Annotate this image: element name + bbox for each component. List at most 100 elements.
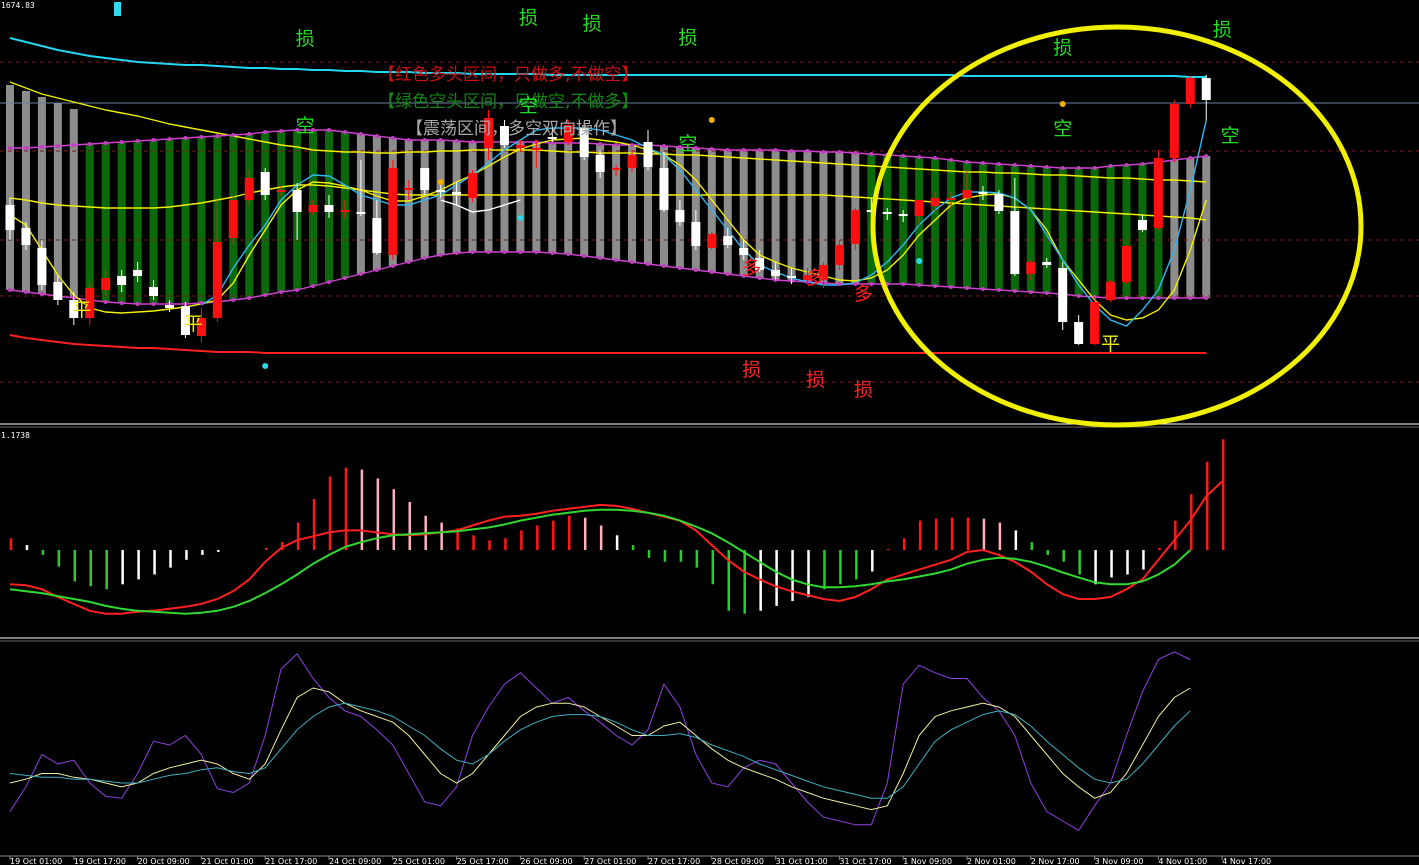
band-dot xyxy=(534,250,539,254)
band-dot xyxy=(247,132,252,136)
band-dot xyxy=(279,290,284,294)
band-dot xyxy=(39,292,44,296)
band-dot xyxy=(119,301,124,305)
signal-label: 损 xyxy=(806,369,825,391)
regime-band-bar xyxy=(787,151,796,281)
candle-body xyxy=(260,172,270,195)
band-dot xyxy=(1204,296,1209,300)
band-dot xyxy=(741,148,746,152)
band-dot xyxy=(231,133,236,137)
candle-body xyxy=(1074,322,1084,344)
candle-body xyxy=(675,210,685,222)
candle-body xyxy=(739,248,749,255)
band-dot xyxy=(8,288,12,292)
band-dot xyxy=(311,284,316,288)
candle-body xyxy=(898,214,908,216)
candle-body xyxy=(356,212,366,214)
axis-tick-label: 28 Oct 09:00 xyxy=(712,857,764,865)
band-dot xyxy=(390,136,395,140)
band-dot xyxy=(614,143,619,147)
candle-body xyxy=(994,194,1004,211)
axis-tick-label: 25 Oct 01:00 xyxy=(393,857,445,865)
band-dot xyxy=(1028,290,1033,294)
band-dot xyxy=(1044,165,1049,169)
band-dot xyxy=(901,154,906,158)
band-dot xyxy=(199,301,204,305)
marker-block xyxy=(114,2,121,16)
candle-body xyxy=(914,200,924,216)
candle-body xyxy=(787,276,797,278)
band-dot xyxy=(247,296,252,300)
band-dot xyxy=(949,285,954,289)
regime-band-bar xyxy=(1090,168,1099,297)
band-dot xyxy=(566,252,571,256)
band-dot xyxy=(725,272,730,276)
band-dot xyxy=(1188,296,1193,300)
candle-body xyxy=(627,155,637,168)
band-dot xyxy=(996,162,1001,166)
band-dot xyxy=(709,270,714,274)
band-dot xyxy=(980,161,985,165)
axis-tick-label: 4 Nov 01:00 xyxy=(1158,857,1207,865)
axis-tick-label: 2 Nov 17:00 xyxy=(1031,857,1080,865)
band-dot xyxy=(630,143,635,147)
signal-label: 空 xyxy=(1221,125,1240,147)
band-dot xyxy=(135,302,140,306)
band-dot xyxy=(39,145,44,149)
regime-band-bar xyxy=(21,91,30,292)
regime-band-bar xyxy=(564,143,573,254)
candle-body xyxy=(1201,78,1211,100)
candle-body xyxy=(276,190,286,192)
band-dot xyxy=(725,148,730,152)
candle-body xyxy=(324,205,334,212)
candle-body xyxy=(946,198,956,200)
regime-band-bar xyxy=(947,160,956,287)
band-dot xyxy=(8,146,12,150)
band-dot xyxy=(119,140,124,144)
candle-body xyxy=(420,168,430,190)
axis-tick-label: 1 Nov 09:00 xyxy=(903,857,952,865)
band-dot xyxy=(518,250,523,254)
band-dot xyxy=(374,268,379,272)
band-dot xyxy=(582,254,587,258)
band-dot xyxy=(1140,162,1145,166)
band-dot xyxy=(1012,289,1017,293)
band-dot xyxy=(1124,296,1129,300)
band-dot xyxy=(470,140,475,144)
candle-body xyxy=(468,173,478,198)
band-dot xyxy=(279,129,284,133)
band-dot xyxy=(646,262,650,266)
candle-body xyxy=(691,222,701,246)
band-dot xyxy=(55,144,60,148)
candle-body xyxy=(1090,302,1100,344)
band-dot xyxy=(1060,166,1065,170)
axis-tick-label: 26 Oct 09:00 xyxy=(520,857,572,865)
band-dot xyxy=(837,150,842,154)
band-dot xyxy=(438,253,443,257)
candle-body xyxy=(292,190,302,212)
candle-body xyxy=(1010,211,1020,274)
band-dot xyxy=(917,283,922,287)
candle-body xyxy=(117,276,127,285)
trading-chart[interactable]: 19 Oct 01:00 19 Oct 17:00 20 Oct 09:00 21 O… xyxy=(0,0,1419,865)
band-dot xyxy=(71,143,76,147)
regime-band-bar xyxy=(1106,166,1115,298)
band-dot xyxy=(965,286,969,290)
band-dot xyxy=(1028,164,1033,168)
regime-band-bar xyxy=(277,131,286,292)
band-dot xyxy=(23,146,28,150)
regime-band-bar xyxy=(803,151,812,282)
band-dot xyxy=(677,266,682,270)
candle-body xyxy=(101,278,111,290)
axis-tick-label: 20 Oct 09:00 xyxy=(138,857,190,865)
candle-body xyxy=(340,210,350,212)
candle-body xyxy=(1153,158,1163,228)
signal-label: 多 xyxy=(742,257,761,279)
signal-label: 损 xyxy=(1213,19,1232,41)
axis-tick-label: 19 Oct 17:00 xyxy=(74,857,126,865)
axis-tick-label: 27 Oct 01:00 xyxy=(584,857,636,865)
candle-body xyxy=(149,287,159,296)
band-dot xyxy=(917,155,922,159)
band-dot xyxy=(550,251,555,255)
band-dot xyxy=(454,251,459,255)
